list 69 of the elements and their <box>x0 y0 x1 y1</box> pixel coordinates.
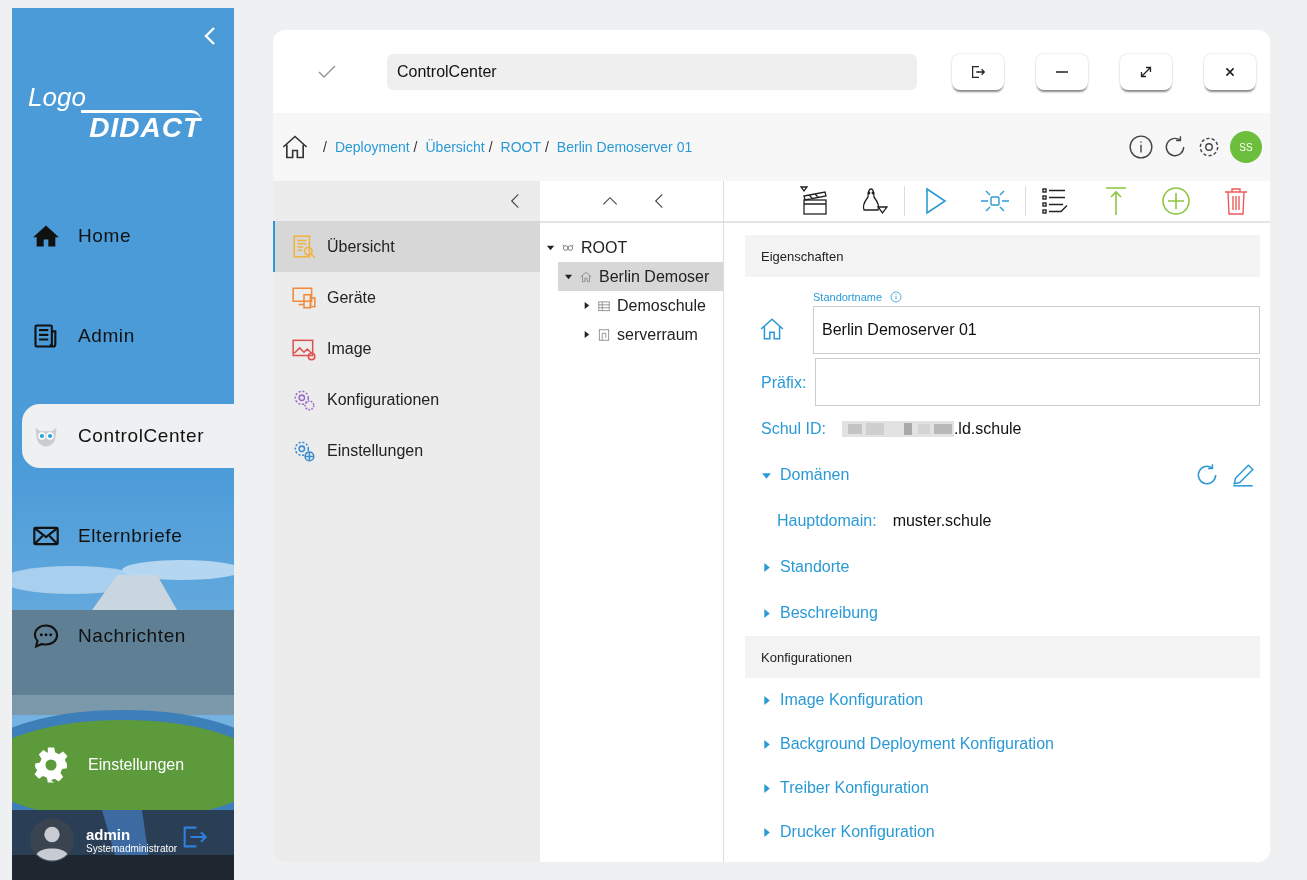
edit-icon[interactable] <box>1230 462 1256 488</box>
section-toggle[interactable]: Domänen <box>761 466 850 484</box>
field-label: Präfix: <box>760 374 808 392</box>
user-name: admin <box>86 826 132 843</box>
breadcrumb-separator: / <box>323 139 327 155</box>
check-icon <box>317 63 337 80</box>
caret-icon <box>761 826 772 838</box>
caret-icon[interactable] <box>546 243 555 252</box>
section-toggle[interactable]: Beschreibung <box>761 604 878 622</box>
caret-icon[interactable] <box>582 301 591 310</box>
sidebar-item[interactable]: Elternbriefe <box>22 504 234 568</box>
home-icon <box>759 316 785 342</box>
user-role: Systemadministrator <box>86 843 179 854</box>
prefix-field[interactable] <box>815 358 1260 406</box>
section-toggle[interactable]: Drucker Konfiguration <box>761 823 935 841</box>
caret-icon <box>761 738 772 750</box>
nav-item[interactable]: Einstellungen <box>273 425 540 476</box>
breadcrumb-separator: / <box>488 139 493 155</box>
section-toggle[interactable]: Background Deployment Konfiguration <box>761 735 1054 753</box>
sidebar-item[interactable]: ControlCenter <box>22 404 234 468</box>
field-label: Standortname <box>813 291 883 303</box>
chat-icon <box>32 622 60 650</box>
breadcrumb-separator: / <box>544 139 549 155</box>
section-header: Eigenschaften <box>745 235 1260 277</box>
field-value: muster.schule <box>892 512 992 530</box>
collapse-button[interactable] <box>653 192 664 210</box>
sidebar-item[interactable]: Nachrichten <box>22 604 234 668</box>
field-label: Schul ID: <box>761 420 826 438</box>
section-header: Konfigurationen <box>745 636 1260 678</box>
tree-item[interactable]: Berlin Demoser <box>558 262 723 291</box>
devices-icon <box>291 284 317 311</box>
home-icon <box>579 269 593 284</box>
nav-item[interactable]: Übersicht <box>273 221 540 272</box>
info-icon[interactable] <box>1128 134 1154 160</box>
section-toggle[interactable]: Treiber Konfiguration <box>761 779 929 797</box>
location-name-field[interactable]: Berlin Demoserver 01 <box>813 306 1260 354</box>
section-toggle[interactable]: Standorte <box>761 558 850 576</box>
breadcrumb-separator: / <box>413 139 418 155</box>
clapperboard-icon[interactable] <box>798 185 830 217</box>
home-icon[interactable] <box>281 133 309 161</box>
nav-item[interactable]: Image <box>273 323 540 374</box>
caret-icon <box>761 607 772 619</box>
building-icon <box>597 298 611 313</box>
exit-button[interactable] <box>952 53 1004 90</box>
caret-icon <box>761 561 772 573</box>
door-icon <box>597 327 611 342</box>
caret-icon[interactable] <box>564 272 573 281</box>
tree-item[interactable]: serverraum <box>576 320 723 349</box>
tree-item[interactable]: ROOT <box>540 233 723 262</box>
sidebar-item[interactable]: Home <box>22 204 234 268</box>
settings-icon <box>32 746 70 784</box>
maximize-button[interactable] <box>1120 53 1172 90</box>
avatar-icon <box>30 818 74 862</box>
field-value: .ld.schule <box>953 420 1022 438</box>
collapse-button[interactable] <box>510 192 520 210</box>
section-toggle[interactable]: Image Konfiguration <box>761 691 924 709</box>
nav-item[interactable]: Geräte <box>273 272 540 323</box>
nav-item[interactable]: Konfigurationen <box>273 374 540 425</box>
sidebar-item[interactable]: Admin <box>22 304 234 368</box>
caret-icon <box>761 782 772 794</box>
logo: Logo DIDACT <box>27 84 203 142</box>
document-search-icon <box>291 233 317 260</box>
minimize-icon <box>1056 70 1068 73</box>
caret-icon[interactable] <box>582 330 591 339</box>
caret-icon <box>761 694 772 706</box>
close-button[interactable] <box>1204 53 1256 90</box>
field-label: Hauptdomain: <box>777 512 877 530</box>
window-title: ControlCenter <box>387 53 917 90</box>
tree-item[interactable]: Demoschule <box>576 291 723 320</box>
